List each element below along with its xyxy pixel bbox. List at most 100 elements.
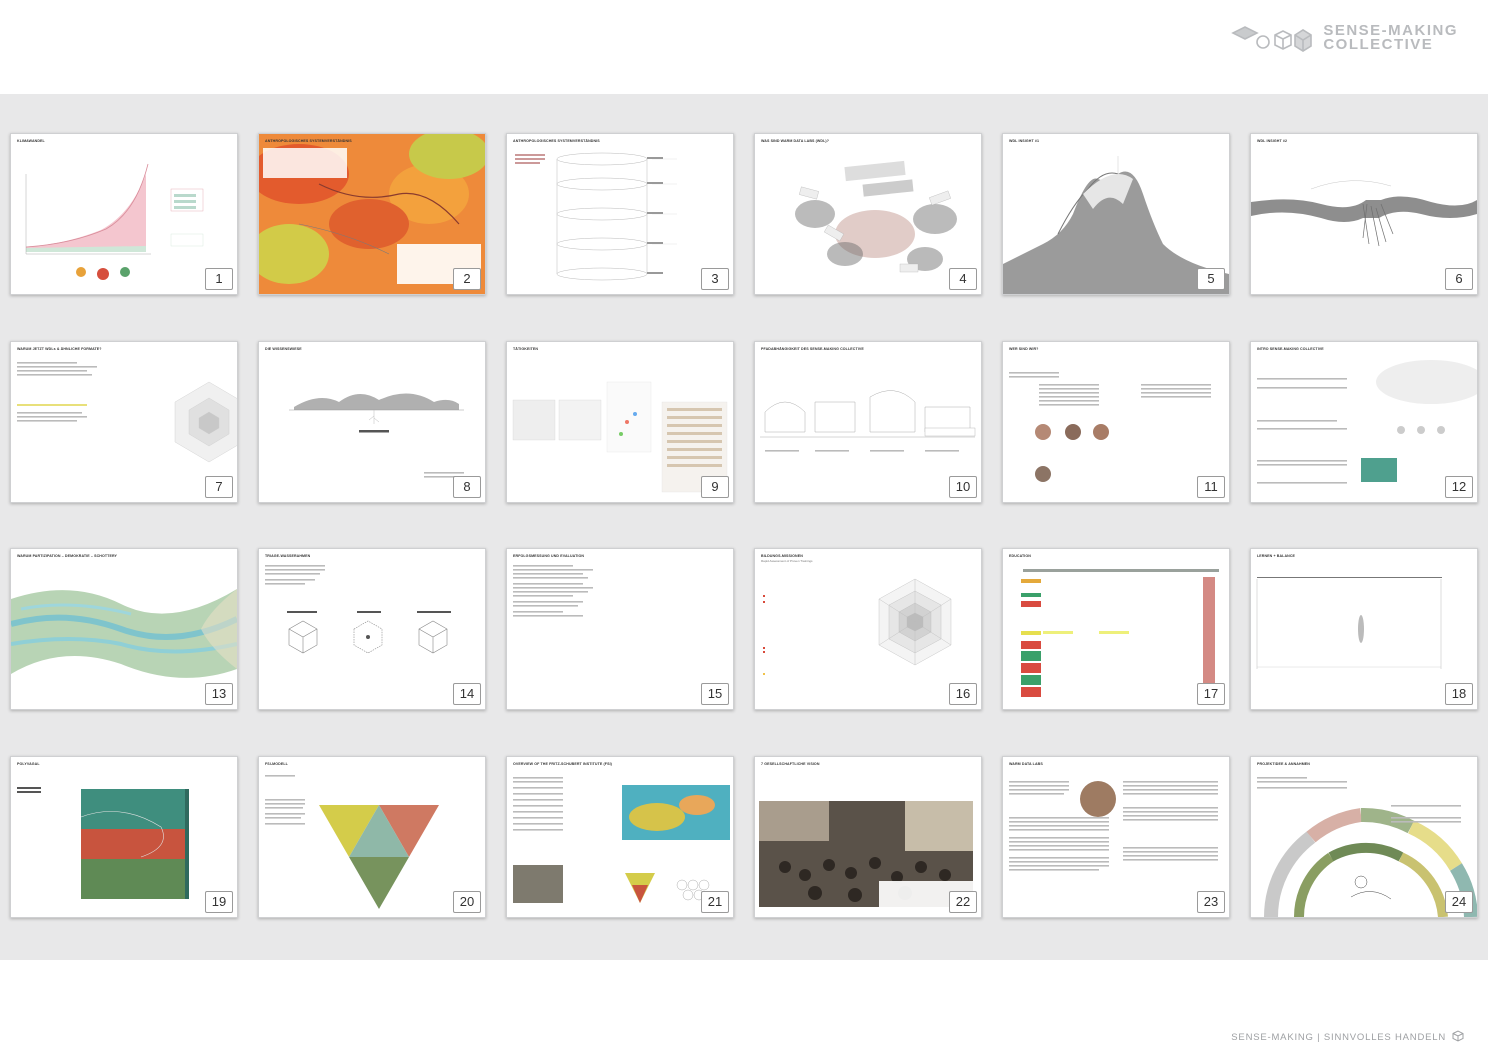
slide-thumbnail[interactable]: WDL INSIGHT #2 6 — [1250, 133, 1478, 295]
warm-data-labs-text-graphic — [1009, 781, 1218, 871]
slide-number: 23 — [1197, 891, 1225, 913]
slide-number: 1 — [205, 268, 233, 290]
slide-title: DIE WISSENSWIESE — [265, 347, 302, 351]
slide-number: 3 — [701, 268, 729, 290]
slide-number: 6 — [1445, 268, 1473, 290]
slide-number: 16 — [949, 683, 977, 705]
path-sketch-graphic — [760, 390, 976, 452]
frayed-rope-graphic — [1251, 180, 1477, 247]
slide-thumbnail[interactable]: WARM DATA LABS 23 — [1002, 756, 1230, 918]
slide-thumbnail[interactable]: TÄTIGKEITEN 9 — [506, 341, 734, 503]
slide-number: 2 — [453, 268, 481, 290]
footer: SENSE-MAKING | SINNVOLLES HANDELN — [1231, 1030, 1464, 1045]
balance-graphic — [1256, 577, 1442, 669]
slide-thumbnail[interactable]: PFADABHÄNGIGKEIT DES SENSE-MAKING COLLEC… — [754, 341, 982, 503]
radar-hexagon-graphic — [763, 578, 952, 675]
slide-thumbnail[interactable]: WAS SIND WARM DATA LABS (WDL)? 4 — [754, 133, 982, 295]
slide-title: KLIMAWANDEL — [17, 139, 45, 143]
slide-title: PFADABHÄNGIGKEIT DES SENSE-MAKING COLLEC… — [761, 347, 864, 351]
slide-title: POLYVAGAL — [17, 762, 40, 766]
slide-number: 20 — [453, 891, 481, 913]
slide-thumbnail[interactable]: ANTHROPOLOGISCHES SYSTEMVERSTÄNDNIS 2 — [258, 133, 486, 295]
slide-title: OVERVIEW OF THE FRITZ-SCHUBERT INSTITUTE… — [513, 762, 612, 766]
cube-icon — [1452, 1030, 1464, 1045]
team-portraits-graphic — [1009, 372, 1211, 482]
slide-title: WARM DATA LABS — [1009, 762, 1043, 766]
slide-number: 21 — [701, 891, 729, 913]
slide-number: 12 — [1445, 476, 1473, 498]
brand-logo: SENSE-MAKING COLLECTIVE — [1231, 20, 1458, 56]
slide-title: WARUM PARTIZIPATION – DEMOKRATIE – SCHOT… — [17, 554, 118, 558]
slide-title: EDUCATION — [1009, 554, 1031, 558]
slide-thumbnail[interactable]: WER SIND WIR? 11 — [1002, 341, 1230, 503]
slide-thumbnail[interactable]: 7 GESELLSCHAFTLICHE VISION 22 — [754, 756, 982, 918]
slide-number: 7 — [205, 476, 233, 498]
slide-number: 4 — [949, 268, 977, 290]
slide-number: 9 — [701, 476, 729, 498]
river-delta-graphic — [11, 563, 237, 678]
slide-number: 10 — [949, 476, 977, 498]
slide-thumbnail[interactable]: INTRO SENSE-MAKING COLLECTIVE 12 — [1250, 341, 1478, 503]
slide-title: WAS SIND WARM DATA LABS (WDL)? — [761, 139, 830, 143]
fsi-overview-graphic — [513, 777, 730, 903]
intro-collective-graphic — [1257, 360, 1477, 484]
slide-title: ANTHROPOLOGISCHES SYSTEMVERSTÄNDNIS — [265, 139, 352, 143]
footer-text: SENSE-MAKING | SINNVOLLES HANDELN — [1231, 1032, 1446, 1043]
slide-number: 11 — [1197, 476, 1225, 498]
slide-title: 7 GESELLSCHAFTLICHE VISION — [761, 762, 820, 766]
slide-title: WDL INSIGHT #2 — [1257, 139, 1288, 143]
slide-thumbnail[interactable]: PROJEKTIDEE & ANNAHMEN 24 — [1250, 756, 1478, 918]
slide-thumbnail[interactable]: WDL INSIGHT #1 5 — [1002, 133, 1230, 295]
education-timeline-graphic — [1021, 569, 1219, 697]
slide-thumbnail[interactable]: OVERVIEW OF THE FRITZ-SCHUBERT INSTITUTE… — [506, 756, 734, 918]
slide-thumbnail[interactable]: LERNEN + BALANCE 18 — [1250, 548, 1478, 710]
slide-thumbnail[interactable]: POLYVAGAL 19 — [10, 756, 238, 918]
slide-title: WDL INSIGHT #1 — [1009, 139, 1040, 143]
cube-icon — [1231, 23, 1313, 53]
slide-number: 19 — [205, 891, 233, 913]
activities-screens-graphic — [512, 381, 728, 493]
triangle-model-graphic — [265, 775, 439, 909]
slide-title: WER SIND WIR? — [1009, 347, 1039, 351]
triage-cubes-graphic — [265, 565, 451, 654]
mountain-wave-graphic — [1003, 156, 1229, 294]
slide-thumbnail[interactable]: TRIAGE-WASSERAHMEN 14 — [258, 548, 486, 710]
meadow-graphic — [289, 393, 464, 478]
slide-number: 17 — [1197, 683, 1225, 705]
slide-title: FSI-MODELL — [265, 762, 288, 766]
evaluation-text-graphic — [513, 565, 593, 617]
slide-title: INTRO SENSE-MAKING COLLECTIVE — [1257, 347, 1324, 351]
slide-number: 18 — [1445, 683, 1473, 705]
slide-number: 14 — [453, 683, 481, 705]
slide-thumbnail[interactable]: KLIMAWANDEL 1 — [10, 133, 238, 295]
slide-subtitle: Rapid Assessment of Proven Trainings — [761, 559, 813, 563]
slide-thumbnail[interactable]: EDUCATION 17 — [1002, 548, 1230, 710]
slide-title: TÄTIGKEITEN — [513, 347, 539, 351]
slide-title: BILDUNGS-MISSIONEN — [761, 554, 803, 558]
circular-wheel-graphic — [1257, 777, 1477, 917]
slide-thumbnail[interactable]: BILDUNGS-MISSIONEN Rapid Assessment of P… — [754, 548, 982, 710]
heatmap-city-graphic — [259, 134, 485, 294]
slide-thumbnail[interactable]: FSI-MODELL 20 — [258, 756, 486, 918]
brand-name: SENSE-MAKING COLLECTIVE — [1323, 23, 1458, 52]
hexagon-diagram-graphic — [17, 362, 237, 463]
slide-number: 8 — [453, 476, 481, 498]
slide-title: PROJEKTIDEE & ANNAHMEN — [1257, 762, 1310, 766]
crowd-photo-graphic — [759, 771, 975, 907]
warm-data-collage-graphic — [795, 160, 957, 273]
slide-thumbnail[interactable]: WARUM JETZT WDLs & ÄHNLICHE FORMATE? 7 — [10, 341, 238, 503]
slide-thumbnail[interactable]: DIE WISSENSWIESE 8 — [258, 341, 486, 503]
slide-title: TRIAGE-WASSERAHMEN — [265, 554, 311, 558]
climate-curve-chart-graphic — [25, 163, 204, 280]
slide-thumbnail[interactable]: ERFOLGSMESSUNG UND EVALUATION 15 — [506, 548, 734, 710]
slide-number: 22 — [949, 891, 977, 913]
polyvagal-zones-graphic — [17, 787, 189, 899]
slide-number: 5 — [1197, 268, 1225, 290]
slide-number: 13 — [205, 683, 233, 705]
slide-title: ANTHROPOLOGISCHES SYSTEMVERSTÄNDNIS — [513, 139, 600, 143]
slide-title: ERFOLGSMESSUNG UND EVALUATION — [513, 554, 585, 558]
slide-number: 15 — [701, 683, 729, 705]
slide-thumbnail[interactable]: ANTHROPOLOGISCHES SYSTEMVERSTÄNDNIS 3 — [506, 133, 734, 295]
slide-title: LERNEN + BALANCE — [1257, 554, 1296, 558]
slide-thumbnail[interactable]: WARUM PARTIZIPATION – DEMOKRATIE – SCHOT… — [10, 548, 238, 710]
